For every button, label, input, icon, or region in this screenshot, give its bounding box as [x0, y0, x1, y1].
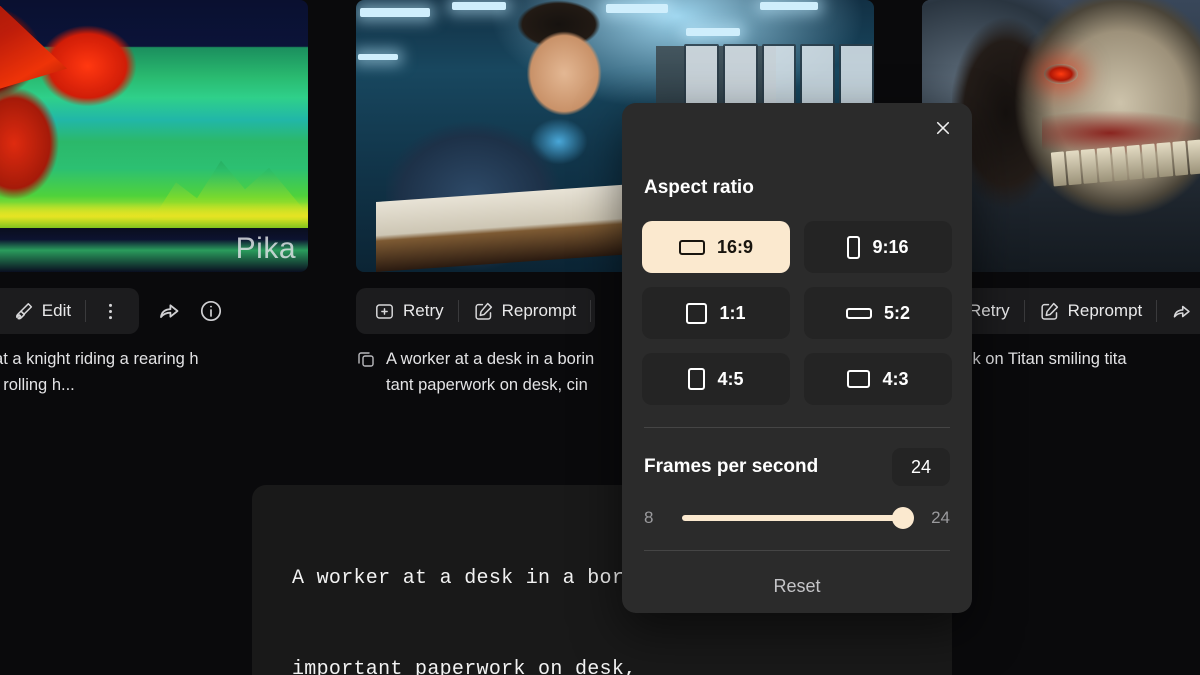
kebab-menu-icon: [100, 301, 121, 322]
toolbar-pill-office-worker: Retry Reprompt: [356, 288, 596, 334]
fps-slider-thumb[interactable]: [892, 507, 914, 529]
share-icon: [1171, 301, 1192, 322]
aspect-ratio-options: 16:9 9:16 1:1 5:2 4:5 4:3: [642, 221, 952, 405]
aspect-ratio-option-16-9[interactable]: 16:9: [642, 221, 790, 273]
aspect-ratio-option-4-5[interactable]: 4:5: [642, 353, 790, 405]
pencil-square-icon: [473, 301, 494, 322]
edit-button-dragon[interactable]: Edit: [0, 292, 85, 330]
titan-glowing-eye: [1044, 64, 1078, 84]
info-icon[interactable]: [199, 299, 223, 323]
aspect-ratio-option-1-1[interactable]: 1:1: [642, 287, 790, 339]
fps-label: Frames per second: [644, 456, 819, 477]
fps-value-display[interactable]: 24: [892, 448, 950, 486]
toolbar-separator: [590, 300, 592, 322]
landscape-wide-icon: [678, 239, 705, 255]
popover-divider-2: [644, 550, 950, 551]
fps-slider-row: 8 24: [642, 507, 952, 529]
card-toolbar-dragon: ompt Edit: [0, 288, 223, 334]
result-media-dragon[interactable]: Pika: [0, 0, 308, 272]
card-toolbar-office-worker: Retry Reprompt: [356, 288, 596, 334]
prompt-line-2: important paperwork on desk,: [292, 657, 637, 675]
aspect-ratio-option-4-3[interactable]: 4:3: [804, 353, 952, 405]
portrait-icon: [688, 368, 706, 390]
results-row: Pika Edit Retry Reprompt Retry Reprompt …: [0, 0, 1200, 400]
prompt-line-1: A worker at a desk in a bori: [292, 566, 637, 590]
portrait-tall-icon: [847, 235, 861, 259]
result-card-dragon: Pika: [0, 0, 308, 272]
reprompt-label-office-worker: Reprompt: [501, 301, 577, 320]
toolbar-pill-dragon: ompt Edit: [0, 288, 140, 334]
aspect-ratio-option-5-2[interactable]: 5:2: [804, 287, 952, 339]
close-icon: [936, 121, 950, 135]
landscape-icon: [847, 370, 871, 388]
aspect-ratio-label-4-3: 4:3: [882, 368, 909, 389]
retry-plus-icon: [374, 301, 395, 322]
reprompt-button-titan[interactable]: Reprompt: [1025, 292, 1157, 330]
aspect-ratio-label-9-16: 9:16: [872, 236, 909, 257]
popover-title: Aspect ratio: [644, 177, 754, 198]
caption-dragon: wing fire at a knight riding a rearing h…: [0, 346, 308, 399]
popover-divider-1: [644, 427, 950, 428]
landscape-ultrawide-icon: [845, 307, 872, 319]
more-options-button-dragon[interactable]: [86, 292, 135, 330]
fps-slider[interactable]: [682, 507, 914, 529]
fps-row: Frames per second 24: [642, 448, 952, 486]
app-root: Pika Edit Retry Reprompt Retry Reprompt …: [0, 0, 1200, 675]
reset-button[interactable]: Reset: [642, 561, 952, 611]
square-icon: [686, 302, 708, 324]
aspect-ratio-label-16-9: 16:9: [716, 236, 754, 257]
brush-icon: [13, 301, 34, 322]
edit-label-dragon: Edit: [41, 301, 72, 320]
dragon-body: [0, 6, 152, 225]
caption-text-dragon: wing fire at a knight riding a rearing h…: [0, 350, 199, 395]
share-button-titan[interactable]: [1157, 292, 1200, 330]
dragon-wing: [0, 6, 67, 102]
share-icon[interactable]: [157, 299, 181, 323]
pencil-square-icon: [1039, 301, 1060, 322]
caption-text-office-worker: A worker at a desk in a borin tant paper…: [386, 350, 595, 395]
reprompt-label-titan: Reprompt: [1067, 301, 1143, 320]
fps-max-label: 24: [931, 508, 950, 527]
pika-watermark: Pika: [235, 232, 296, 265]
reprompt-button-office-worker[interactable]: Reprompt: [459, 292, 591, 330]
aspect-ratio-option-9-16[interactable]: 9:16: [804, 221, 952, 273]
copy-icon[interactable]: [356, 349, 376, 369]
retry-label-titan: Retry: [969, 301, 1010, 320]
aspect-ratio-popover: Aspect ratio 16:9 9:16 1:1 5:2 4:5 4:3 F…: [622, 103, 972, 613]
close-popover-button[interactable]: [928, 113, 958, 143]
retry-button-office-worker[interactable]: Retry: [360, 292, 458, 330]
retry-label-office-worker: Retry: [403, 301, 444, 320]
fps-min-label: 8: [644, 508, 654, 527]
aspect-ratio-label-5-2: 5:2: [883, 302, 910, 323]
aspect-ratio-label-4-5: 4:5: [717, 368, 744, 389]
aspect-ratio-label-1-1: 1:1: [719, 302, 746, 323]
card-external-actions-dragon: [157, 299, 223, 323]
